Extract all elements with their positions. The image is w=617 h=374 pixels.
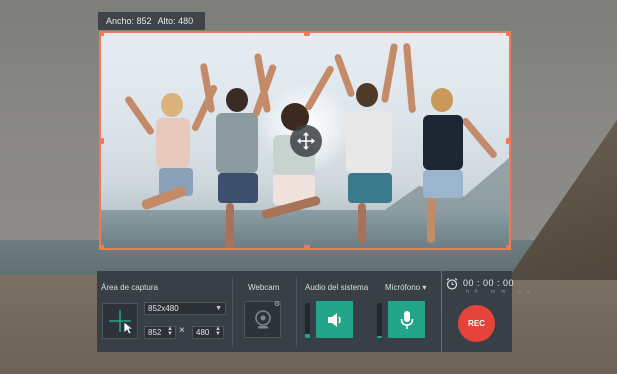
alarm-icon[interactable] xyxy=(446,277,458,295)
height-input-value: 480 xyxy=(196,328,210,337)
resize-handle-bottom-left[interactable] xyxy=(101,245,104,248)
move-handle[interactable] xyxy=(290,125,322,157)
speaker-icon xyxy=(327,312,341,327)
system-audio-toggle-button[interactable] xyxy=(316,301,353,338)
panel-divider xyxy=(296,276,297,347)
panel-divider xyxy=(232,276,233,347)
cursor-icon xyxy=(123,321,135,335)
resize-handle-bottom-right[interactable] xyxy=(506,245,509,248)
area-preset-select[interactable]: 852x480 ▼ xyxy=(144,302,226,315)
times-symbol: × xyxy=(179,325,185,336)
webcam-icon xyxy=(254,309,271,328)
microphone-level-fill xyxy=(377,335,382,338)
person-4 xyxy=(326,42,411,243)
spinner-icon[interactable]: ▲ ▼ xyxy=(167,326,173,337)
width-input[interactable]: 852 ▲ ▼ xyxy=(144,326,176,339)
timer-readout: 00 : 00 : 00 xyxy=(463,278,515,288)
width-input-value: 852 xyxy=(148,328,162,337)
gear-icon[interactable]: ⚙ xyxy=(274,300,280,308)
timer-units: hh mm ss xyxy=(466,289,536,295)
move-icon xyxy=(297,132,315,150)
chevron-down-icon: ▼ xyxy=(215,305,222,312)
capture-area-title: Área de captura xyxy=(101,283,158,292)
area-preset-value: 852x480 xyxy=(148,304,179,313)
resize-handle-right[interactable] xyxy=(506,138,509,144)
resize-handle-left[interactable] xyxy=(101,138,104,144)
width-readout: Ancho: 852 xyxy=(106,16,152,26)
microphone-icon xyxy=(400,310,413,329)
resize-handle-top-left[interactable] xyxy=(101,33,104,36)
height-input[interactable]: 480 ▲ ▼ xyxy=(192,326,224,339)
webcam-title: Webcam xyxy=(248,283,280,292)
dimensions-tooltip: Ancho: 852 Alto: 480 xyxy=(98,12,206,30)
resize-handle-top[interactable] xyxy=(304,33,310,36)
height-readout: Alto: 480 xyxy=(157,16,194,26)
microphone-toggle-button[interactable] xyxy=(388,301,425,338)
select-area-button[interactable] xyxy=(102,303,138,339)
person-5 xyxy=(401,42,501,243)
system-audio-level-meter xyxy=(305,303,310,338)
microphone-title[interactable]: Micrófono ▾ xyxy=(385,283,426,292)
resize-handle-bottom[interactable] xyxy=(304,245,310,248)
spinner-icon[interactable]: ▲ ▼ xyxy=(215,326,221,337)
system-audio-title: Audio del sistema xyxy=(305,283,369,292)
resize-handle-top-right[interactable] xyxy=(506,33,509,36)
microphone-level-meter xyxy=(377,303,382,338)
system-audio-level-fill xyxy=(305,333,310,338)
rec-button[interactable]: REC xyxy=(458,305,495,342)
